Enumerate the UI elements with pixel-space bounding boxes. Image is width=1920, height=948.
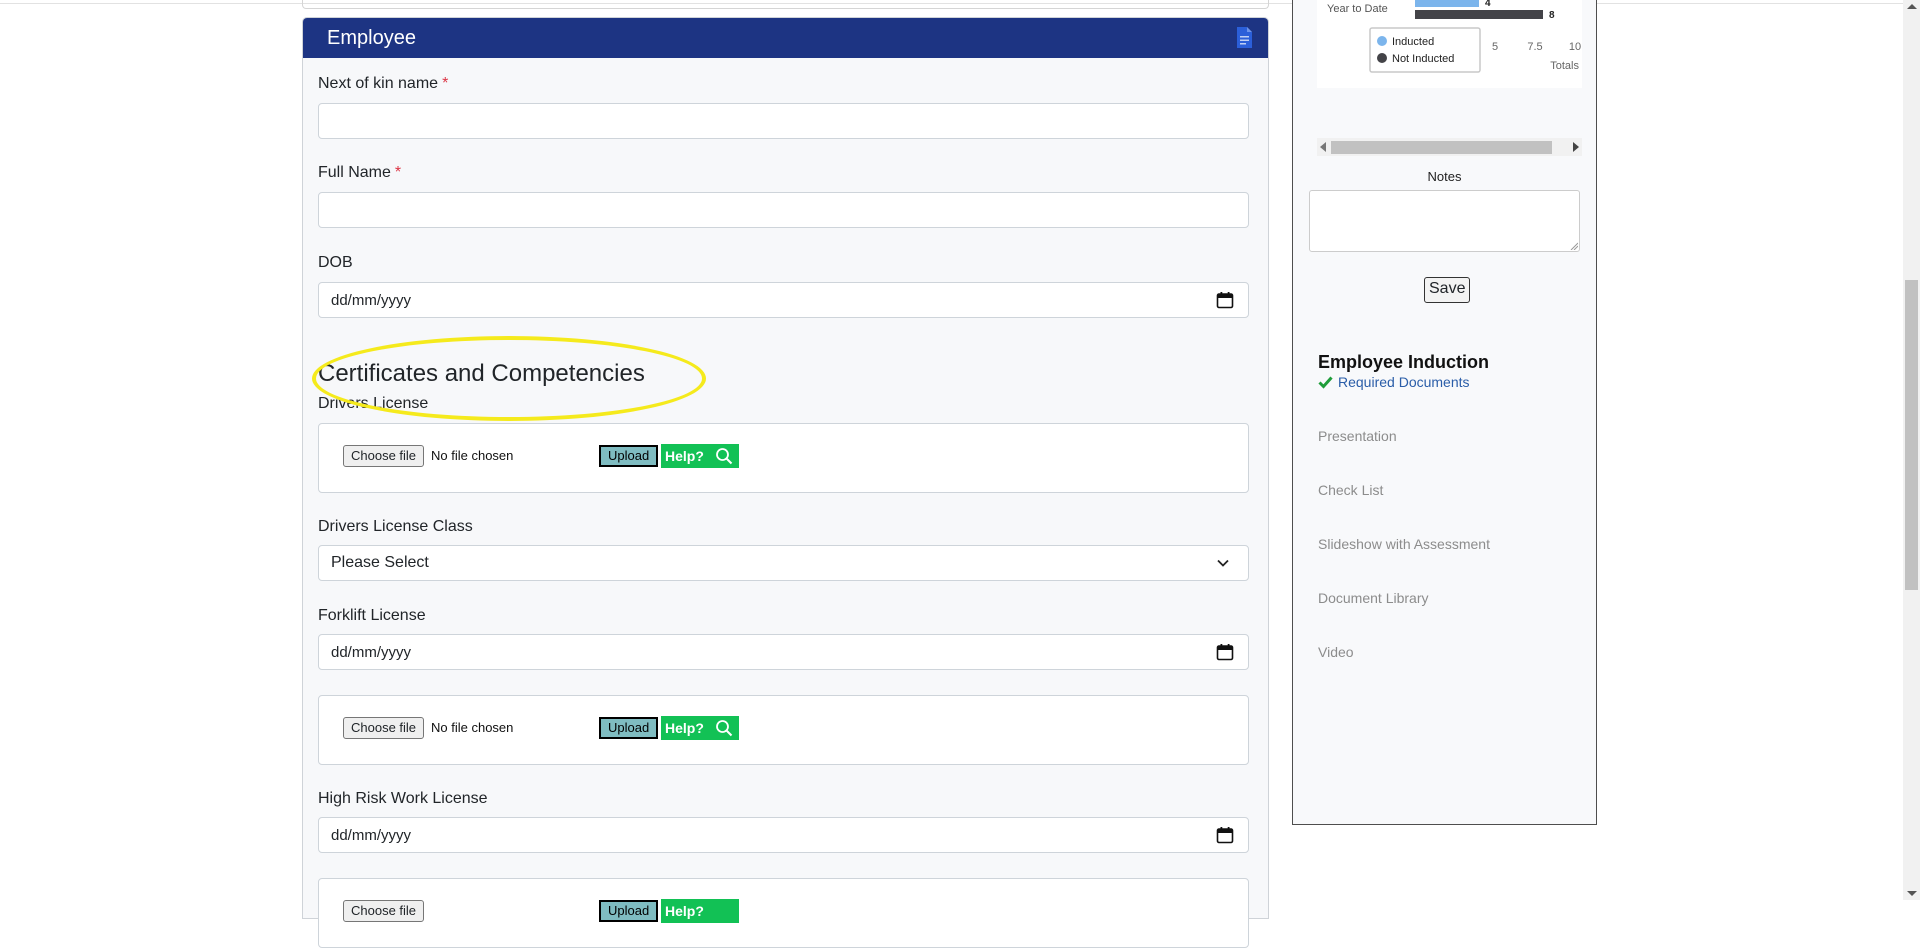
forklift-date-placeholder: dd/mm/yyyy [331,643,412,661]
high-risk-license-label: High Risk Work License [318,790,488,807]
high-risk-date-placeholder: dd/mm/yyyy [331,826,412,844]
data-label: 4 [1485,0,1491,9]
help-label: Help? [665,903,704,919]
legend-label: Not Inducted [1392,53,1454,65]
choose-file-button[interactable]: Choose file [343,717,425,739]
required-documents-link[interactable]: Required Documents [1318,374,1470,390]
card-title: Employee [327,27,416,49]
search-icon [716,448,733,465]
scroll-left-arrow[interactable] [1320,142,1326,152]
full-name-input[interactable] [318,192,1249,228]
induction-sidebar: 48Year to Date02.557.510TotalsInductedNo… [1292,0,1597,825]
dob-placeholder: dd/mm/yyyy [331,291,412,309]
next-of-kin-input[interactable] [318,103,1249,139]
legend-marker [1377,36,1387,46]
drivers-license-upload: Choose file No file chosen Upload Help? [318,423,1249,493]
induction-chart: 48Year to Date02.557.510TotalsInductedNo… [1317,0,1582,88]
chart-scrollbar[interactable] [1317,138,1582,156]
next-of-kin-label: Next of kin name * [318,75,449,92]
check-icon [1318,376,1333,389]
full-name-label: Full Name * [318,164,402,181]
dob-label: DOB [318,254,353,271]
notes-label: Notes [1427,169,1462,184]
chevron-down-icon [1217,559,1229,567]
forklift-license-date-input[interactable]: dd/mm/yyyy [318,634,1249,670]
legend-box [1369,27,1481,73]
forklift-license-upload: Choose file No file chosen Upload Help? [318,695,1249,765]
upload-button[interactable]: Upload [599,900,659,922]
nav-document-library[interactable]: Document Library [1318,590,1429,606]
category-label: Year to Date [1327,3,1388,15]
help-label: Help? [665,720,704,736]
document-icon[interactable] [1237,27,1252,48]
resize-grip-icon[interactable] [1569,241,1578,250]
section-title: Certificates and Competencies [318,360,645,387]
nav-presentation[interactable]: Presentation [1318,428,1397,444]
select-value: Please Select [331,554,429,571]
drivers-license-label: Drivers License [318,395,429,412]
calendar-icon[interactable] [1216,826,1234,844]
help-button[interactable]: Help? [661,444,739,468]
induction-title: Employee Induction [1318,352,1490,372]
save-button[interactable]: Save [1424,277,1471,303]
page-scrollbar[interactable] [1903,0,1920,900]
drivers-license-class-select[interactable]: Please Select [318,545,1249,581]
card-header: Employee [303,18,1268,58]
scroll-down-arrow[interactable] [1907,891,1917,896]
high-risk-license-upload: Choose file Upload Help? [318,878,1249,948]
chart-bar [1415,10,1543,19]
calendar-icon[interactable] [1216,643,1234,661]
page-scroll-thumb[interactable] [1905,280,1918,590]
file-status: No file chosen [431,448,514,463]
notes-textarea[interactable] [1309,190,1580,252]
file-status: No file chosen [431,720,514,735]
chart-svg: 48Year to Date02.557.510TotalsInductedNo… [1327,0,1581,73]
required-documents-label: Required Documents [1338,374,1470,390]
required-marker: * [442,75,449,92]
dob-input[interactable]: dd/mm/yyyy [318,282,1249,318]
data-label: 8 [1549,10,1555,21]
previous-card-edge [302,0,1269,9]
forklift-license-label: Forklift License [318,607,426,624]
scroll-right-arrow[interactable] [1573,142,1579,152]
x-tick-label: 7.5 [1527,41,1542,53]
legend-label: Inducted [1392,36,1434,48]
chart-bar [1415,0,1479,7]
x-axis-label: Totals [1550,60,1579,72]
employee-card: Employee Next of kin name * Full Name * DO… [302,17,1269,948]
upload-button[interactable]: Upload [599,445,659,467]
scroll-up-arrow[interactable] [1907,4,1917,9]
x-tick-label: 5 [1492,41,1498,53]
legend-marker [1377,53,1387,63]
help-button[interactable]: Help? [661,716,739,740]
nav-check-list[interactable]: Check List [1318,482,1383,498]
choose-file-button[interactable]: Choose file [343,900,425,922]
scroll-thumb[interactable] [1331,141,1552,154]
upload-button[interactable]: Upload [599,717,659,739]
nav-slideshow-assessment[interactable]: Slideshow with Assessment [1318,536,1490,552]
calendar-icon[interactable] [1216,291,1234,309]
required-marker: * [394,164,402,181]
nav-video[interactable]: Video [1318,644,1354,660]
drivers-license-class-label: Drivers License Class [318,518,473,535]
help-button[interactable]: Help? [661,899,739,923]
help-label: Help? [665,448,704,464]
x-tick-label: 10 [1569,41,1581,53]
search-icon [716,720,733,737]
choose-file-button[interactable]: Choose file [343,445,425,467]
high-risk-license-date-input[interactable]: dd/mm/yyyy [318,817,1249,853]
